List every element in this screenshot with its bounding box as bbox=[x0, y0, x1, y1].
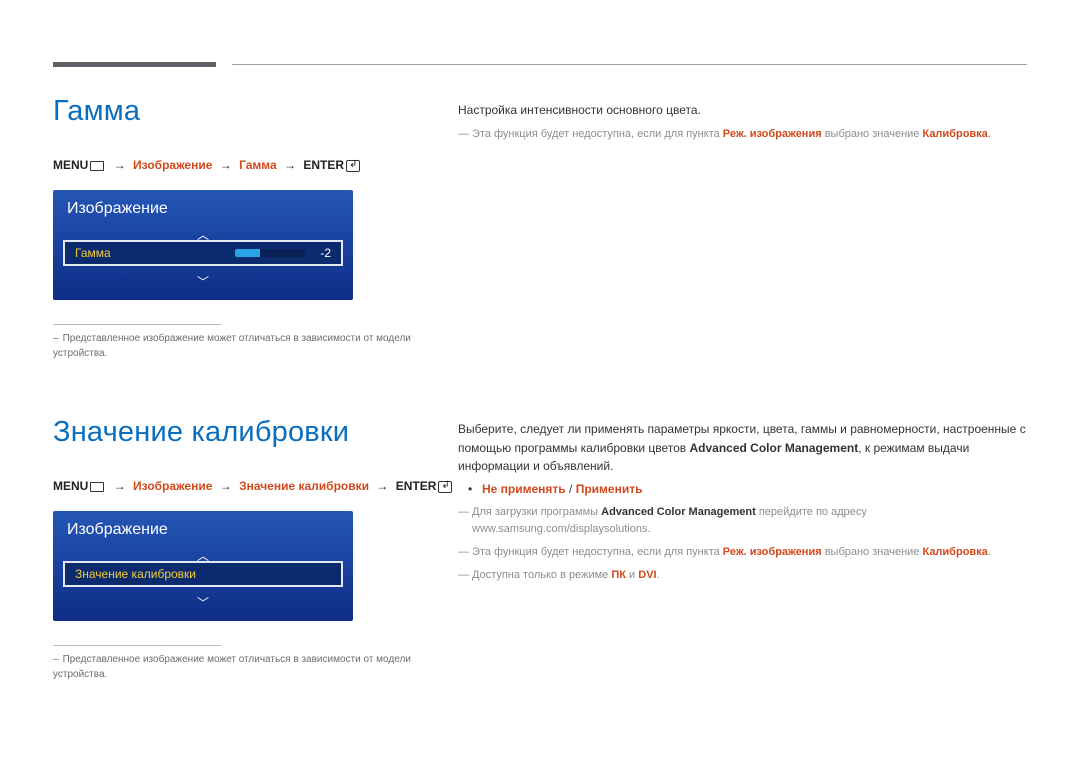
osd-menu-preview: Изображение ︿ Значение калибровки ﹀ bbox=[53, 511, 353, 621]
highlight-mode: Реж. изображения bbox=[723, 128, 822, 140]
breadcrumb-enter: ENTER bbox=[303, 158, 344, 172]
breadcrumb-menu: MENU bbox=[53, 158, 88, 172]
header-rule bbox=[232, 64, 1027, 65]
enter-icon bbox=[346, 160, 360, 172]
gamma-slider-fill bbox=[235, 249, 260, 257]
gamma-slider[interactable] bbox=[235, 249, 305, 257]
options-list: Не применять / Применить bbox=[458, 482, 1028, 496]
highlight-calibration: Калибровка bbox=[922, 546, 987, 558]
arrow-icon: → bbox=[110, 158, 130, 172]
footnote-rule bbox=[53, 324, 221, 325]
breadcrumb-step: Гамма bbox=[239, 158, 277, 172]
arrow-icon: → bbox=[280, 158, 300, 172]
section-gamma-description: Настройка интенсивности основного цвета.… bbox=[458, 101, 1028, 149]
footnote-rule bbox=[53, 645, 221, 646]
arrow-icon: → bbox=[216, 158, 236, 172]
arrow-icon: → bbox=[110, 479, 130, 493]
highlight-acm: Advanced Color Management bbox=[601, 506, 756, 518]
breadcrumb: MENU → Изображение → Значение калибровки… bbox=[53, 479, 454, 493]
section-calibration-description: Выберите, следует ли применять параметры… bbox=[458, 420, 1028, 590]
breadcrumb-step: Изображение bbox=[133, 479, 212, 493]
description-text: Выберите, следует ли применять параметры… bbox=[458, 420, 1028, 476]
section-title: Значение калибровки bbox=[53, 416, 454, 449]
option-not-apply: Не применять bbox=[482, 482, 566, 496]
option-item: Не применять / Применить bbox=[472, 482, 1028, 496]
chevron-down-icon[interactable]: ﹀ bbox=[197, 594, 209, 611]
osd-item-label: Значение калибровки bbox=[75, 567, 196, 581]
breadcrumb: MENU → Изображение → Гамма → ENTER bbox=[53, 158, 413, 172]
highlight-dvi: DVI bbox=[638, 569, 656, 581]
osd-menu-item-gamma[interactable]: Гамма -2 bbox=[63, 240, 343, 266]
description-text: Настройка интенсивности основного цвета. bbox=[458, 101, 1028, 120]
breadcrumb-step: Значение калибровки bbox=[239, 479, 369, 493]
menu-icon bbox=[90, 161, 104, 171]
arrow-icon: → bbox=[372, 479, 392, 493]
footnote: –Представленное изображение может отлича… bbox=[53, 652, 413, 682]
footnote-text: Представленное изображение может отличат… bbox=[53, 654, 411, 680]
breadcrumb-enter: ENTER bbox=[396, 479, 437, 493]
breadcrumb-menu: MENU bbox=[53, 479, 88, 493]
section-title: Гамма bbox=[53, 95, 413, 128]
section-gamma: Гамма MENU → Изображение → Гамма → ENTER… bbox=[53, 95, 413, 361]
highlight-acm: Advanced Color Management bbox=[690, 441, 859, 455]
highlight-mode: Реж. изображения bbox=[723, 546, 822, 558]
footnote-text: Представленное изображение может отличат… bbox=[53, 333, 411, 359]
footnote: –Представленное изображение может отлича… bbox=[53, 331, 413, 361]
section-calibration-value: Значение калибровки MENU → Изображение →… bbox=[53, 416, 454, 682]
note-pc-dvi: Доступна только в режиме ПК и DVI. bbox=[458, 567, 1028, 584]
highlight-pc: ПК bbox=[611, 569, 626, 581]
arrow-icon: → bbox=[216, 479, 236, 493]
breadcrumb-step: Изображение bbox=[133, 158, 212, 172]
highlight-calibration: Калибровка bbox=[922, 128, 987, 140]
note-download: Для загрузки программы Advanced Color Ma… bbox=[458, 504, 1028, 538]
menu-icon bbox=[90, 482, 104, 492]
osd-item-label: Гамма bbox=[75, 246, 111, 260]
header-accent-bar bbox=[53, 62, 216, 67]
osd-menu-title: Изображение bbox=[53, 190, 353, 224]
chevron-down-icon[interactable]: ﹀ bbox=[197, 273, 209, 290]
enter-icon bbox=[438, 481, 452, 493]
osd-menu-item-calibration[interactable]: Значение калибровки bbox=[63, 561, 343, 587]
note-text: Эта функция будет недоступна, если для п… bbox=[458, 126, 1028, 143]
gamma-value: -2 bbox=[313, 246, 331, 260]
note-unavailable: Эта функция будет недоступна, если для п… bbox=[458, 544, 1028, 561]
option-apply: Применить bbox=[576, 482, 643, 496]
osd-menu-preview: Изображение ︿ Гамма -2 ﹀ bbox=[53, 190, 353, 300]
osd-menu-title: Изображение bbox=[53, 511, 353, 545]
